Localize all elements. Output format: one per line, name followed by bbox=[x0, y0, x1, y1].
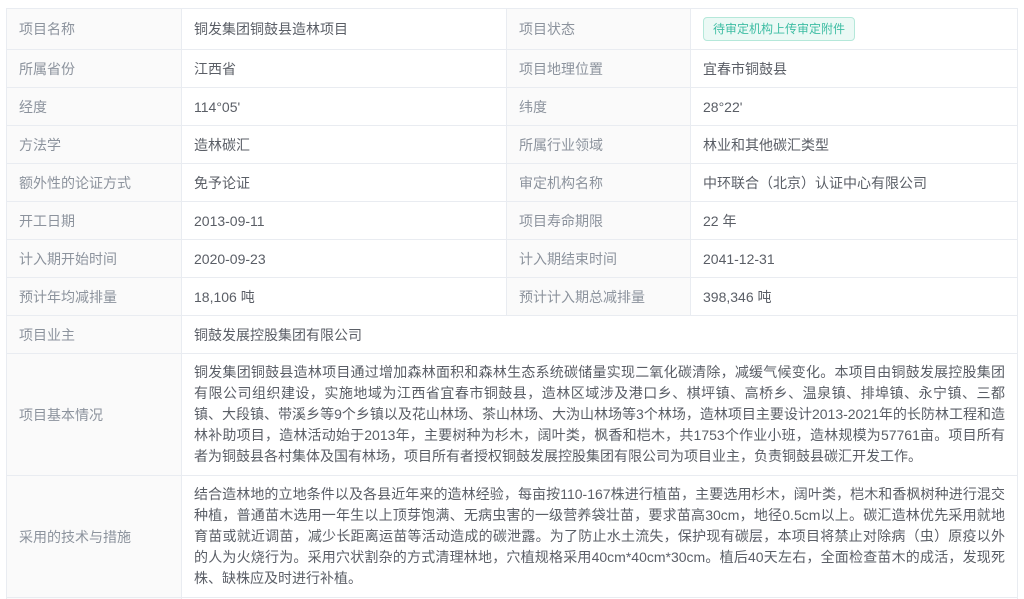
additionality-label: 额外性的论证方式 bbox=[7, 164, 181, 201]
crediting-end-value: 2041-12-31 bbox=[690, 240, 1017, 277]
project-overview-label: 项目基本情况 bbox=[7, 354, 181, 475]
project-owner-label: 项目业主 bbox=[7, 316, 181, 353]
table-row: 额外性的论证方式 免予论证 审定机构名称 中环联合（北京）认证中心有限公司 bbox=[7, 163, 1017, 201]
project-lifetime-value: 22 年 bbox=[690, 202, 1017, 239]
annual-reduction-value: 18,106 吨 bbox=[181, 278, 506, 315]
table-row: 项目业主 铜鼓发展控股集团有限公司 bbox=[7, 315, 1017, 353]
table-row: 所属省份 江西省 项目地理位置 宜春市铜鼓县 bbox=[7, 49, 1017, 87]
table-row: 方法学 造林碳汇 所属行业领域 林业和其他碳汇类型 bbox=[7, 125, 1017, 163]
table-row: 预计年均减排量 18,106 吨 预计计入期总减排量 398,346 吨 bbox=[7, 277, 1017, 315]
industry-field-label: 所属行业领域 bbox=[506, 126, 690, 163]
start-date-label: 开工日期 bbox=[7, 202, 181, 239]
industry-field-value: 林业和其他碳汇类型 bbox=[690, 126, 1017, 163]
annual-reduction-label: 预计年均减排量 bbox=[7, 278, 181, 315]
geo-location-value: 宜春市铜鼓县 bbox=[690, 50, 1017, 87]
geo-location-label: 项目地理位置 bbox=[506, 50, 690, 87]
table-row: 经度 114°05' 纬度 28°22' bbox=[7, 87, 1017, 125]
project-owner-value: 铜鼓发展控股集团有限公司 bbox=[181, 316, 1017, 353]
project-status-value: 待审定机构上传审定附件 bbox=[690, 9, 1017, 49]
validation-body-label: 审定机构名称 bbox=[506, 164, 690, 201]
project-name-value: 铜发集团铜鼓县造林项目 bbox=[181, 9, 506, 49]
crediting-end-label: 计入期结束时间 bbox=[506, 240, 690, 277]
latitude-value: 28°22' bbox=[690, 88, 1017, 125]
table-row: 采用的技术与措施 结合造林地的立地条件以及各县近年来的造林经验，每亩按110-1… bbox=[7, 475, 1017, 597]
table-row: 项目名称 铜发集团铜鼓县造林项目 项目状态 待审定机构上传审定附件 bbox=[7, 9, 1017, 49]
province-value: 江西省 bbox=[181, 50, 506, 87]
project-descriptions-table: 项目名称 铜发集团铜鼓县造林项目 项目状态 待审定机构上传审定附件 所属省份 江… bbox=[6, 8, 1018, 599]
total-reduction-value: 398,346 吨 bbox=[690, 278, 1017, 315]
province-label: 所属省份 bbox=[7, 50, 181, 87]
validation-body-value: 中环联合（北京）认证中心有限公司 bbox=[690, 164, 1017, 201]
table-row: 开工日期 2013-09-11 项目寿命期限 22 年 bbox=[7, 201, 1017, 239]
latitude-label: 纬度 bbox=[506, 88, 690, 125]
crediting-start-label: 计入期开始时间 bbox=[7, 240, 181, 277]
start-date-value: 2013-09-11 bbox=[181, 202, 506, 239]
technology-measures-value: 结合造林地的立地条件以及各县近年来的造林经验，每亩按110-167株进行植苗，主… bbox=[181, 476, 1017, 597]
crediting-start-value: 2020-09-23 bbox=[181, 240, 506, 277]
additionality-value: 免予论证 bbox=[181, 164, 506, 201]
table-row: 计入期开始时间 2020-09-23 计入期结束时间 2041-12-31 bbox=[7, 239, 1017, 277]
longitude-value: 114°05' bbox=[181, 88, 506, 125]
project-detail-page: 项目名称 铜发集团铜鼓县造林项目 项目状态 待审定机构上传审定附件 所属省份 江… bbox=[0, 0, 1024, 599]
table-row: 项目基本情况 铜发集团铜鼓县造林项目通过增加森林面积和森林生态系统碳储量实现二氧… bbox=[7, 353, 1017, 475]
total-reduction-label: 预计计入期总减排量 bbox=[506, 278, 690, 315]
project-lifetime-label: 项目寿命期限 bbox=[506, 202, 690, 239]
methodology-value: 造林碳汇 bbox=[181, 126, 506, 163]
project-overview-value: 铜发集团铜鼓县造林项目通过增加森林面积和森林生态系统碳储量实现二氧化碳清除，减缓… bbox=[181, 354, 1017, 475]
project-name-label: 项目名称 bbox=[7, 9, 181, 49]
status-badge: 待审定机构上传审定附件 bbox=[703, 17, 855, 41]
project-status-label: 项目状态 bbox=[506, 9, 690, 49]
technology-measures-label: 采用的技术与措施 bbox=[7, 476, 181, 597]
longitude-label: 经度 bbox=[7, 88, 181, 125]
methodology-label: 方法学 bbox=[7, 126, 181, 163]
